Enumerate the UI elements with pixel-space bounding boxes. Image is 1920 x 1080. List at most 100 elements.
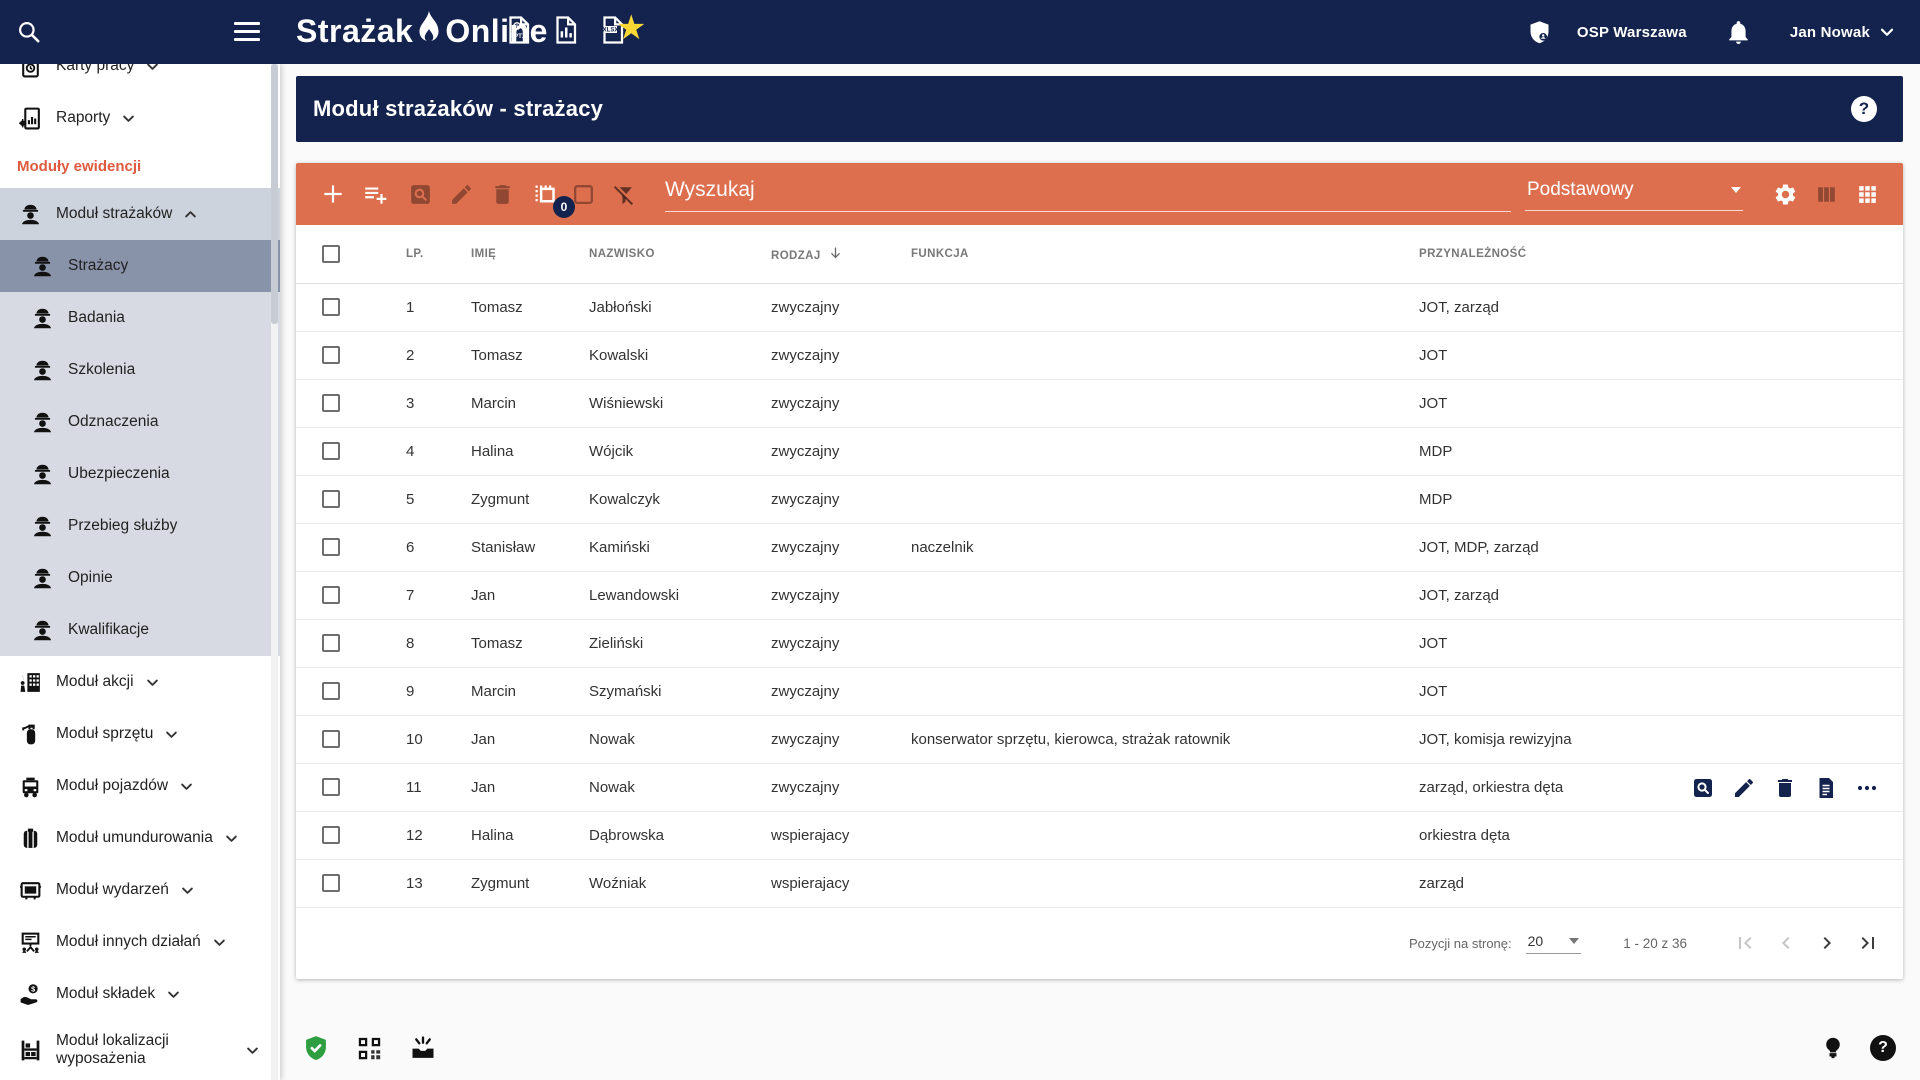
sidebar-item-ubezpieczenia[interactable]: Ubezpieczenia	[0, 448, 280, 500]
cell-lp: 11	[406, 763, 471, 812]
security-shield-check-icon[interactable]	[302, 1034, 330, 1062]
row-checkbox[interactable]	[322, 634, 340, 653]
cell-funkcja	[911, 475, 1419, 524]
search-icon[interactable]	[16, 19, 42, 45]
select-all-checkbox[interactable]	[322, 244, 340, 263]
row-checkbox[interactable]	[322, 826, 340, 845]
row-checkbox[interactable]	[322, 778, 340, 797]
table-row[interactable]: 11 Jan Nowak zwyczajny zarząd, orkiestra…	[296, 763, 1903, 812]
table-row[interactable]: 6 Stanisław Kamiński zwyczajny naczelnik…	[296, 523, 1903, 572]
table-row[interactable]: 13 Zygmunt Woźniak wspierajacy zarząd	[296, 859, 1903, 908]
row-delete-button[interactable]	[1773, 776, 1797, 800]
cell-nazwisko: Woźniak	[589, 859, 771, 908]
search-input[interactable]	[665, 176, 1511, 212]
col-header-przynaleznosc[interactable]: PRZYNALEŻNOŚĆ	[1419, 225, 1903, 284]
table-row[interactable]: 7 Jan Lewandowski zwyczajny JOT, zarząd	[296, 571, 1903, 620]
sidebar-item-modul-lokalizacji-wyposazenia[interactable]: Moduł lokalizacji wyposażenia	[0, 1020, 280, 1080]
export-pptx-icon[interactable]: PPTX	[503, 15, 533, 45]
sidebar-item-modul-umundurowania[interactable]: Moduł umundurowania	[0, 812, 280, 864]
sidebar-item-kwalifikacje[interactable]: Kwalifikacje	[0, 604, 280, 656]
filter-off-button[interactable]	[612, 182, 637, 207]
table-row[interactable]: 2 Tomasz Kowalski zwyczajny JOT	[296, 331, 1903, 380]
col-header-lp[interactable]: LP.	[406, 225, 471, 284]
preview-button[interactable]	[408, 182, 433, 207]
table-row[interactable]: 8 Tomasz Zieliński zwyczajny JOT	[296, 619, 1903, 668]
sidebar-section-moduly-ewidencji: Moduły ewidencji	[17, 157, 142, 175]
row-checkbox[interactable]	[322, 586, 340, 605]
menu-hamburger-icon[interactable]	[234, 22, 260, 41]
user-name[interactable]: Jan Nowak	[1790, 24, 1870, 41]
last-page-button[interactable]	[1856, 931, 1880, 955]
org-shield-icon[interactable]	[1526, 19, 1553, 46]
view-grid-icon[interactable]	[1855, 182, 1880, 207]
notifications-bell-icon[interactable]	[1725, 19, 1752, 46]
table-row[interactable]: 12 Halina Dąbrowska wspierajacy orkiestr…	[296, 811, 1903, 860]
next-page-button[interactable]	[1815, 931, 1839, 955]
row-checkbox[interactable]	[322, 874, 340, 893]
sidebar-item-modul-strazakow[interactable]: Moduł strażaków	[0, 188, 280, 240]
delete-button[interactable]	[490, 182, 515, 207]
sidebar-item-badania[interactable]: Badania	[0, 292, 280, 344]
help-icon[interactable]: ?	[1851, 96, 1877, 122]
lightbulb-icon[interactable]	[1820, 1035, 1846, 1061]
view-columns-icon[interactable]	[1814, 182, 1839, 207]
sidebar-scrollbar[interactable]	[271, 64, 278, 1080]
row-checkbox[interactable]	[322, 730, 340, 749]
chevron-down-icon	[222, 829, 241, 848]
favorite-star-icon[interactable]: ★	[616, 8, 646, 48]
previous-page-button[interactable]	[1774, 931, 1798, 955]
row-checkbox[interactable]	[322, 490, 340, 509]
sidebar-item-modul-wydarzen[interactable]: Moduł wydarzeń	[0, 864, 280, 916]
row-checkbox[interactable]	[322, 538, 340, 557]
sidebar-item-karty-pracy[interactable]: Karty pracy	[0, 64, 280, 92]
edit-button[interactable]	[449, 182, 474, 207]
sidebar-item-modul-innych-dzialan[interactable]: Moduł innych działań	[0, 916, 280, 968]
row-preview-button[interactable]	[1691, 776, 1715, 800]
table-row[interactable]: 5 Zygmunt Kowalczyk zwyczajny MDP	[296, 475, 1903, 524]
row-more-button[interactable]	[1855, 776, 1879, 800]
row-document-button[interactable]	[1814, 776, 1838, 800]
footer-help-icon[interactable]: ?	[1870, 1035, 1896, 1061]
table-row[interactable]: 4 Halina Wójcik zwyczajny MDP	[296, 427, 1903, 476]
table-row[interactable]: 3 Marcin Wiśniewski zwyczajny JOT	[296, 379, 1903, 428]
playlist-add-button[interactable]	[362, 181, 388, 207]
multi-window-button[interactable]: 0	[531, 181, 575, 218]
row-edit-button[interactable]	[1732, 776, 1756, 800]
sidebar-item-modul-akcji[interactable]: Moduł akcji	[0, 656, 280, 708]
table-row[interactable]: 10 Jan Nowak zwyczajny konserwator sprzę…	[296, 715, 1903, 764]
org-name[interactable]: OSP Warszawa	[1577, 24, 1687, 41]
sidebar-item-odznaczenia[interactable]: Odznaczenia	[0, 396, 280, 448]
user-menu-chevron-icon[interactable]	[1876, 21, 1898, 43]
row-checkbox[interactable]	[322, 298, 340, 317]
sidebar-item-strazacy[interactable]: Strażacy	[0, 240, 280, 292]
sidebar-item-modul-sprzetu[interactable]: Moduł sprzętu	[0, 708, 280, 760]
select-area-button[interactable]	[571, 182, 596, 207]
col-header-nazwisko[interactable]: NAZWISKO	[589, 225, 771, 284]
table-row[interactable]: 1 Tomasz Jabłoński zwyczajny JOT, zarząd	[296, 283, 1903, 332]
view-select[interactable]: Podstawowy	[1525, 177, 1743, 211]
sidebar-item-przebieg-sluzby[interactable]: Przebieg służby	[0, 500, 280, 552]
row-checkbox[interactable]	[322, 346, 340, 365]
row-checkbox[interactable]	[322, 682, 340, 701]
sidebar-item-szkolenia[interactable]: Szkolenia	[0, 344, 280, 396]
first-page-button[interactable]	[1733, 931, 1757, 955]
sidebar-item-modul-skladek[interactable]: Moduł składek	[0, 968, 280, 1020]
qr-scan-icon[interactable]	[356, 1035, 383, 1062]
report-file-icon[interactable]	[550, 15, 580, 45]
add-button[interactable]	[320, 181, 346, 207]
per-page-select[interactable]: 20	[1525, 933, 1582, 954]
inbox-tray-icon[interactable]	[409, 1034, 437, 1062]
row-checkbox[interactable]	[322, 442, 340, 461]
col-header-funkcja[interactable]: FUNKCJA	[911, 225, 1419, 284]
cell-rodzaj: wspierajacy	[771, 811, 911, 860]
sidebar-item-opinie[interactable]: Opinie	[0, 552, 280, 604]
col-header-rodzaj[interactable]: RODZAJ	[771, 225, 911, 284]
sidebar-item-modul-pojazdow[interactable]: Moduł pojazdów	[0, 760, 280, 812]
row-checkbox[interactable]	[322, 394, 340, 413]
sidebar-item-raporty[interactable]: Raporty	[0, 92, 280, 144]
col-header-imie[interactable]: IMIĘ	[471, 225, 589, 284]
firefighter-icon	[30, 514, 56, 539]
settings-gear-icon[interactable]	[1773, 182, 1798, 207]
cell-lp: 8	[406, 619, 471, 668]
table-row[interactable]: 9 Marcin Szymański zwyczajny JOT	[296, 667, 1903, 716]
